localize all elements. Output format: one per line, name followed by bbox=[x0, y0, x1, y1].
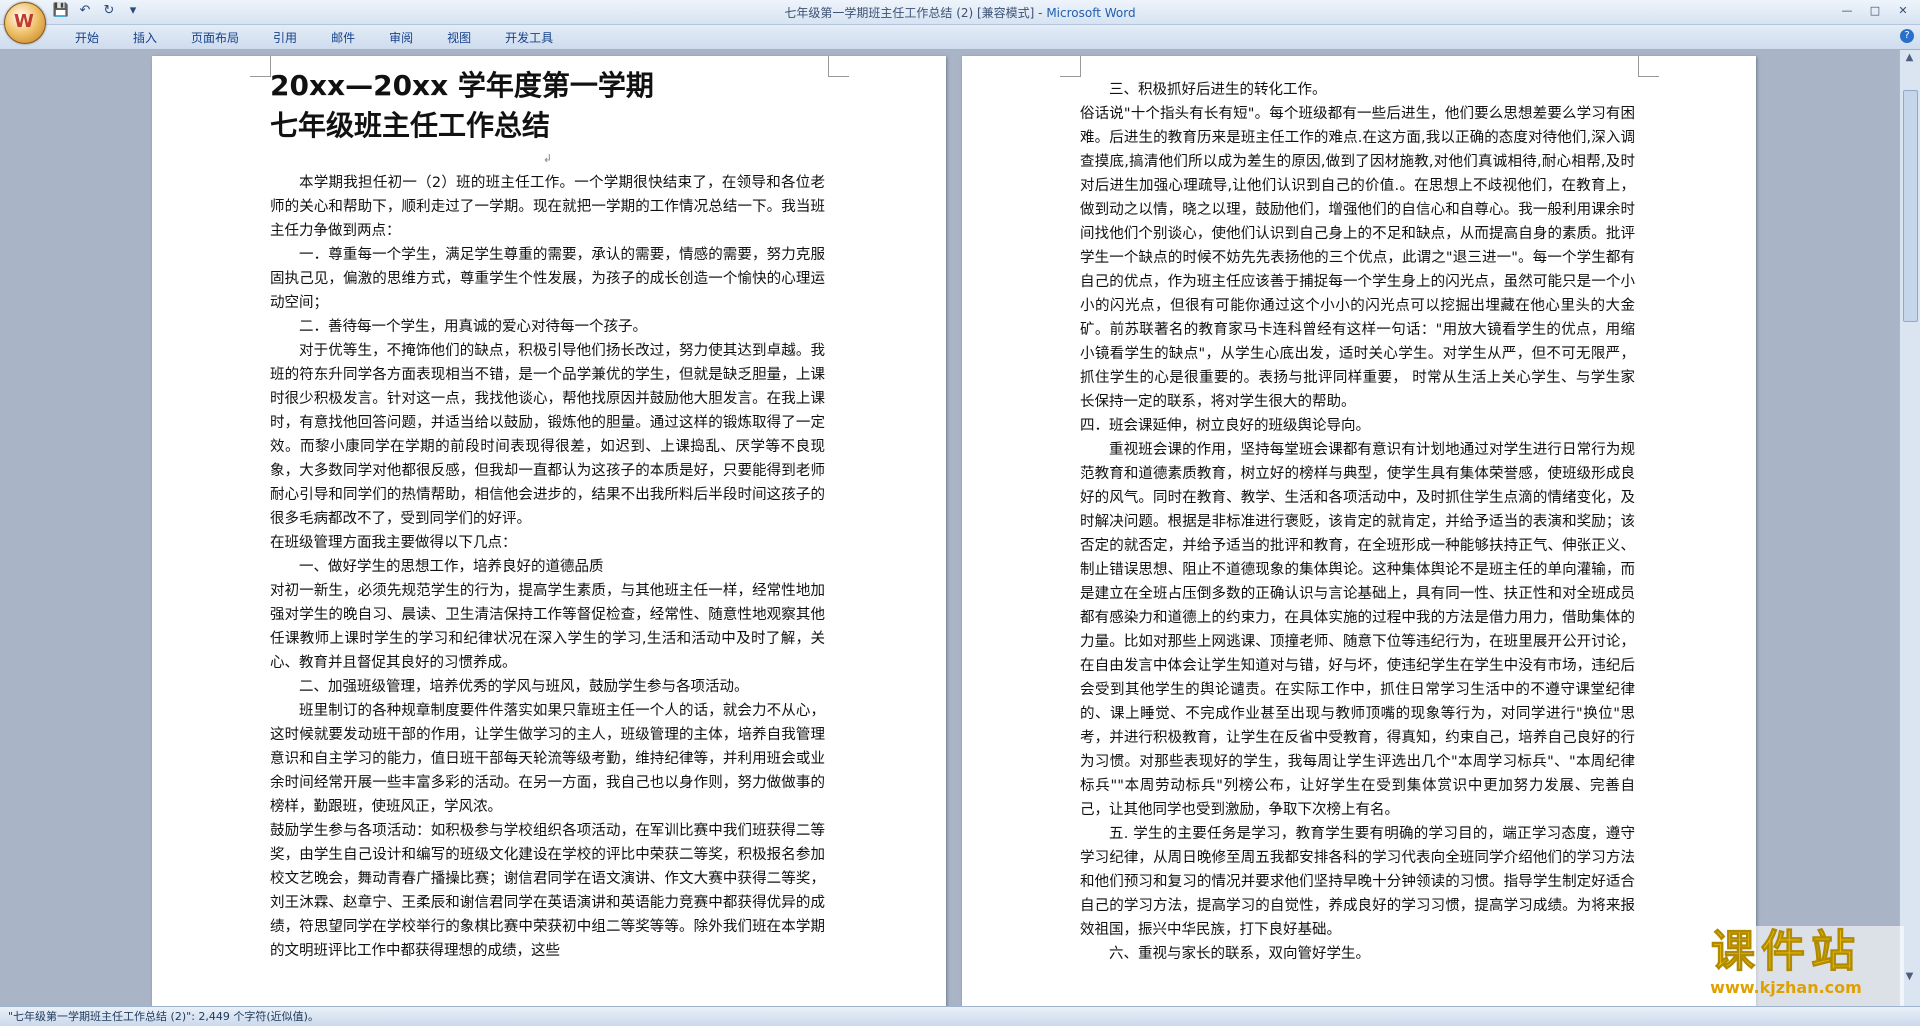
ribbon: 开始 插入 页面布局 引用 邮件 审阅 视图 开发工具 ? bbox=[0, 25, 1920, 50]
paragraph: 四．班会课延伸，树立良好的班级舆论导向。 bbox=[1080, 418, 1370, 434]
tab-review[interactable]: 审阅 bbox=[372, 29, 430, 46]
paragraph: 二．善待每一个学生，用真诚的爱心对待每一个孩子。 bbox=[299, 319, 647, 335]
watermark-title: 课件站 bbox=[1711, 926, 1861, 978]
office-logo-icon: W bbox=[14, 11, 34, 32]
vertical-scrollbar[interactable]: ▲ ▼ bbox=[1899, 50, 1920, 1006]
tab-references[interactable]: 引用 bbox=[256, 29, 314, 46]
crop-mark bbox=[1638, 56, 1659, 77]
paragraph: 二、加强班级管理，培养优秀的学风与班风，鼓励学生参与各项活动。 bbox=[299, 679, 749, 695]
page-2-content[interactable]: 三、积极抓好后进生的转化工作。 俗话说"十个指头有长有短"。每个班级都有一些后进… bbox=[1080, 78, 1635, 966]
paragraph: 对初一新生，必须先规范学生的行为，提高学生素质，与其他班主任一样，经常性地加强对… bbox=[270, 583, 825, 671]
tab-view[interactable]: 视图 bbox=[430, 29, 488, 46]
office-button[interactable]: W bbox=[4, 2, 46, 44]
paragraph: 俗话说"十个指头有长有短"。每个班级都有一些后进生，他们要么思想差要么学习有困难… bbox=[1080, 106, 1635, 410]
window-controls: — □ ✕ bbox=[1834, 2, 1916, 20]
paragraph: 重视班会课的作用，坚持每堂班会课都有意识有计划地通过对学生进行日常行为规范教育和… bbox=[1080, 442, 1635, 818]
window-title: 七年级第一学期班主任工作总结 (2) [兼容模式] - Microsoft Wo… bbox=[0, 4, 1920, 21]
paragraph: 六、重视与家长的联系，双向管好学生。 bbox=[1109, 946, 1370, 962]
paragraph: 五. 学生的主要任务是学习，教育学生要有明确的学习目的，端正学习态度，遵守学习纪… bbox=[1080, 826, 1635, 938]
paragraph: 三、积极抓好后进生的转化工作。 bbox=[1109, 82, 1327, 98]
page-1[interactable]: 20xx—20xx 学年度第一学期 七年级班主任工作总结 ↲ 本学期我担任初一（… bbox=[152, 56, 946, 1006]
status-text: "七年级第一学期班主任工作总结 (2)": 2,449 个字符(近似值)。 bbox=[8, 1010, 319, 1023]
crop-mark bbox=[828, 56, 849, 77]
tab-developer[interactable]: 开发工具 bbox=[488, 29, 570, 46]
empty-paragraph: ↲ bbox=[542, 152, 553, 165]
watermark-logo: 课件站 www.kjzhan.com bbox=[1668, 926, 1904, 1006]
document-title: 七年级第一学期班主任工作总结 (2) [兼容模式] - bbox=[784, 6, 1047, 20]
document-workspace: 20xx—20xx 学年度第一学期 七年级班主任工作总结 ↲ 本学期我担任初一（… bbox=[0, 50, 1900, 1006]
paragraph: 对于优等生，不掩饰他们的缺点，积极引导他们扬长改过，努力使其达到卓越。我班的符东… bbox=[270, 343, 825, 527]
scroll-thumb[interactable] bbox=[1903, 90, 1918, 322]
close-icon[interactable]: ✕ bbox=[1890, 2, 1916, 20]
paragraph: 鼓励学生参与各项活动：如积极参与学校组织各项活动，在军训比赛中我们班获得二等奖，… bbox=[270, 823, 825, 959]
paragraph: 一、做好学生的思想工作，培养良好的道德品质 bbox=[299, 559, 604, 575]
tab-insert[interactable]: 插入 bbox=[116, 29, 174, 46]
tab-page-layout[interactable]: 页面布局 bbox=[174, 29, 256, 46]
crop-mark bbox=[250, 56, 271, 77]
doc-title-line-1: 20xx—20xx 学年度第一学期 bbox=[270, 69, 654, 102]
help-icon[interactable]: ? bbox=[1900, 29, 1914, 43]
paragraph: 班里制订的各种规章制度要件件落实如果只靠班主任一个人的话，就会力不从心，这时候就… bbox=[270, 703, 825, 815]
paragraph: 在班级管理方面我主要做得以下几点： bbox=[270, 535, 517, 551]
ribbon-tabs: 开始 插入 页面布局 引用 邮件 审阅 视图 开发工具 bbox=[58, 29, 570, 46]
page-2[interactable]: 三、积极抓好后进生的转化工作。 俗话说"十个指头有长有短"。每个班级都有一些后进… bbox=[962, 56, 1756, 1006]
crop-mark bbox=[1060, 56, 1081, 77]
paragraph: 本学期我担任初一（2）班的班主任工作。一个学期很快结束了，在领导和各位老师的关心… bbox=[270, 175, 825, 239]
title-bar: 💾 ↶ ↻ ▾ 七年级第一学期班主任工作总结 (2) [兼容模式] - Micr… bbox=[0, 0, 1920, 25]
status-bar: "七年级第一学期班主任工作总结 (2)": 2,449 个字符(近似值)。 bbox=[0, 1006, 1920, 1026]
paragraph: 一．尊重每一个学生，满足学生尊重的需要，承认的需要，情感的需要，努力克服固执己见… bbox=[270, 247, 825, 311]
doc-title-line-2: 七年级班主任工作总结 bbox=[270, 109, 551, 142]
tab-mailings[interactable]: 邮件 bbox=[314, 29, 372, 46]
app-name: Microsoft Word bbox=[1046, 6, 1136, 20]
watermark-url: www.kjzhan.com bbox=[1710, 978, 1862, 997]
scroll-down-icon[interactable]: ▼ bbox=[1902, 971, 1917, 982]
tab-home[interactable]: 开始 bbox=[58, 29, 116, 46]
page-1-content[interactable]: 20xx—20xx 学年度第一学期 七年级班主任工作总结 ↲ 本学期我担任初一（… bbox=[270, 66, 825, 963]
maximize-icon[interactable]: □ bbox=[1862, 2, 1888, 20]
minimize-icon[interactable]: — bbox=[1834, 2, 1860, 20]
scroll-up-icon[interactable]: ▲ bbox=[1902, 52, 1917, 63]
